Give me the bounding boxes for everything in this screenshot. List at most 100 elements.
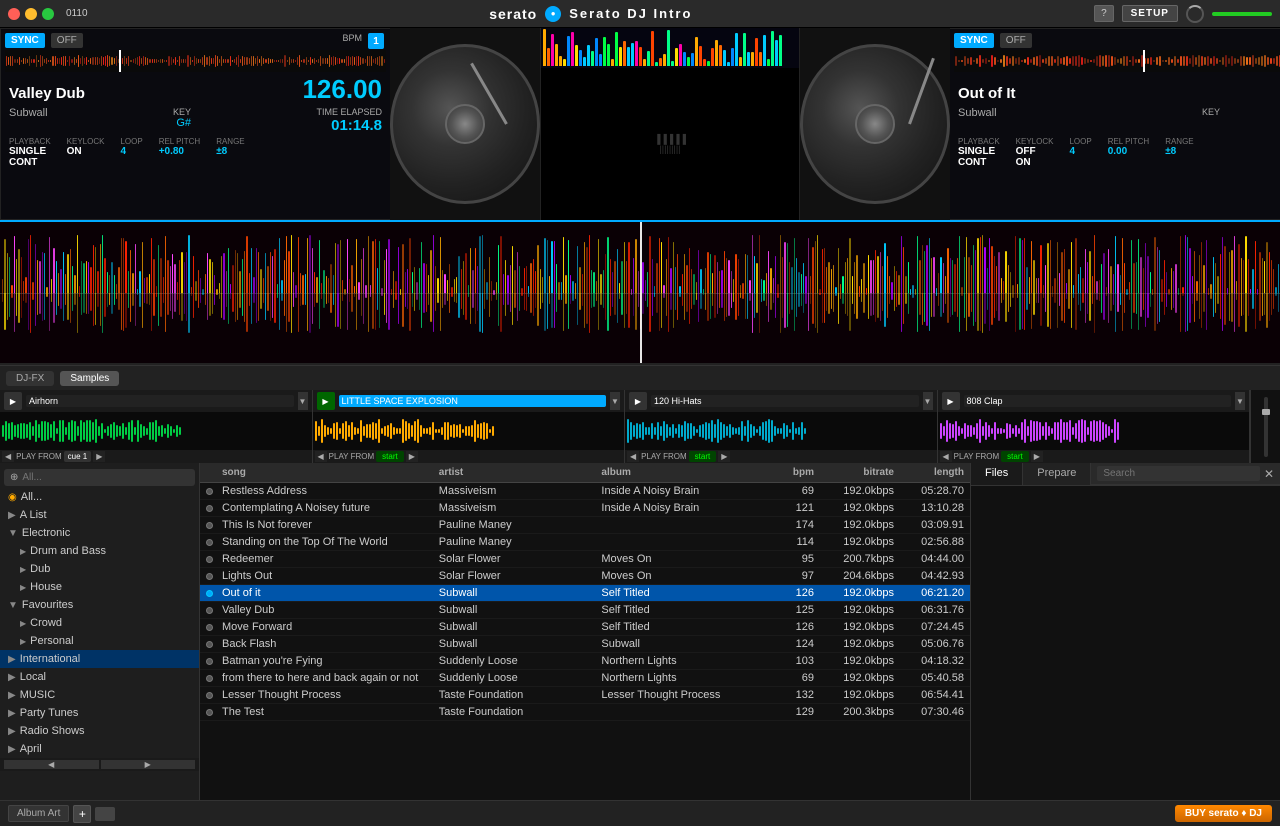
track-row[interactable]: Standing on the Top Of The World Pauline… — [200, 534, 970, 551]
track-status-icon — [206, 658, 213, 665]
sample-pad-3-dropdown-button[interactable]: ▼ — [923, 392, 933, 410]
track-row[interactable]: Lesser Thought Process Taste Foundation … — [200, 687, 970, 704]
sample-pad-2-dropdown-button[interactable]: ▼ — [610, 392, 620, 410]
sample-pad-1-dropdown-button[interactable]: ▼ — [298, 392, 308, 410]
track-row[interactable]: Batman you're Fying Suddenly Loose North… — [200, 653, 970, 670]
sidebar-item-partytunes[interactable]: ▶ Party Tunes — [0, 704, 199, 722]
track-row[interactable]: Contemplating A Noisey future Massiveism… — [200, 500, 970, 517]
col-header-artist[interactable]: artist — [439, 467, 602, 478]
sample-pad-4-next-button[interactable]: ▶ — [1031, 451, 1043, 462]
sidebar-search-input[interactable] — [22, 472, 189, 483]
deck1-mini-waveform-bars: // Generate mini waveform bars inline (f… — [5, 50, 386, 72]
sample-pad-3-prev-button[interactable]: ◀ — [627, 451, 639, 462]
tab-prepare[interactable]: Prepare — [1023, 463, 1091, 485]
sample-volume-handle[interactable] — [1262, 409, 1270, 415]
col-header-length[interactable]: length — [894, 467, 964, 478]
track-row[interactable]: Restless Address Massiveism Inside A Noi… — [200, 483, 970, 500]
sidebar-item-personal[interactable]: ▶ Personal — [0, 632, 199, 650]
deck1-off-button[interactable]: OFF — [51, 33, 83, 48]
deck-2-header: SYNC OFF — [954, 33, 1280, 48]
sample-pad-4-prev-button[interactable]: ◀ — [940, 451, 952, 462]
track-row[interactable]: This Is Not forever Pauline Maney 174 19… — [200, 517, 970, 534]
sample-pad-1-play-button[interactable]: ▶ — [4, 392, 22, 410]
deck2-sync-button[interactable]: SYNC — [954, 33, 994, 48]
track-row[interactable]: Back Flash Subwall Subwall 124 192.0kbps… — [200, 636, 970, 653]
tab-files[interactable]: Files — [971, 463, 1023, 485]
sidebar-local-label: Local — [20, 671, 46, 683]
close-window-btn[interactable] — [8, 8, 20, 20]
track-bpm: 126 — [764, 587, 814, 599]
track-row[interactable]: Redeemer Solar Flower Moves On 95 200.7k… — [200, 551, 970, 568]
setup-button[interactable]: SETUP — [1122, 5, 1178, 22]
track-row[interactable]: The Test Taste Foundation 129 200.3kbps … — [200, 704, 970, 721]
track-length: 07:24.45 — [894, 621, 964, 633]
platter-right-disc[interactable] — [800, 44, 950, 204]
track-list-header: song artist album bpm bitrate length — [200, 463, 970, 483]
sidebar-item-drumandbass[interactable]: ▶ Drum and Bass — [0, 542, 199, 560]
sidebar-partytunes-label: Party Tunes — [20, 707, 79, 719]
right-panel-search[interactable]: ✕ — [1091, 463, 1280, 485]
sidebar-search-bar[interactable]: ⊕ — [4, 469, 195, 486]
platter-left-disc[interactable] — [390, 44, 540, 204]
sidebar-scroll-right-button[interactable]: ▶ — [101, 760, 196, 769]
platter-right[interactable] — [800, 28, 950, 220]
sidebar-item-dub[interactable]: ▶ Dub — [0, 560, 199, 578]
buy-serato-button[interactable]: BUY serato ♦ DJ — [1175, 805, 1272, 822]
sample-pad-3-play-button[interactable]: ▶ — [629, 392, 647, 410]
window-title: 0110 — [66, 8, 88, 19]
music-icon: ▶ — [8, 690, 16, 701]
sample-pad-2-next-button[interactable]: ▶ — [406, 451, 418, 462]
col-header-bpm[interactable]: bpm — [764, 467, 814, 478]
top-bar: 0110 serato ● Serato DJ Intro ? SETUP — [0, 0, 1280, 28]
maximize-window-btn[interactable] — [42, 8, 54, 20]
col-header-bitrate[interactable]: bitrate — [814, 467, 894, 478]
track-bitrate: 192.0kbps — [814, 621, 894, 633]
tab-samples[interactable]: Samples — [60, 371, 119, 386]
deck1-sync-button[interactable]: SYNC — [5, 33, 45, 48]
track-row[interactable]: Move Forward Subwall Self Titled 126 192… — [200, 619, 970, 636]
sample-pad-1-prev-button[interactable]: ◀ — [2, 451, 14, 462]
sidebar-scroll-left-button[interactable]: ◀ — [4, 760, 99, 769]
album-art-button[interactable]: Album Art — [8, 805, 69, 822]
track-row[interactable]: from there to here and back again or not… — [200, 670, 970, 687]
sidebar-item-crowd[interactable]: ▶ Crowd — [0, 614, 199, 632]
minimize-window-btn[interactable] — [25, 8, 37, 20]
help-button[interactable]: ? — [1094, 5, 1114, 22]
sidebar-item-music[interactable]: ▶ MUSIC — [0, 686, 199, 704]
track-status-icon — [206, 590, 213, 597]
sidebar-item-all[interactable]: ◉ All... — [0, 488, 199, 506]
track-dot — [206, 590, 222, 597]
sidebar-item-electronic[interactable]: ▼ Electronic — [0, 524, 199, 542]
tab-djfx[interactable]: DJ-FX — [6, 371, 54, 386]
track-row[interactable]: Lights Out Solar Flower Moves On 97 204.… — [200, 568, 970, 585]
track-length: 04:44.00 — [894, 553, 964, 565]
deck2-range-value: ±8 — [1165, 146, 1193, 157]
sidebar-item-more[interactable]: ▶ April — [0, 740, 199, 758]
sidebar-item-international[interactable]: ▶ International — [0, 650, 199, 668]
track-dot — [206, 573, 222, 580]
deck2-off-button[interactable]: OFF — [1000, 33, 1032, 48]
track-row[interactable]: Out of it Subwall Self Titled 126 192.0k… — [200, 585, 970, 602]
sample-pad-2-play-button[interactable]: ▶ — [317, 392, 335, 410]
sample-pad-1-next-button[interactable]: ▶ — [93, 451, 105, 462]
sample-volume-slider[interactable] — [1264, 397, 1268, 457]
sidebar-item-radioshows[interactable]: ▶ Radio Shows — [0, 722, 199, 740]
sidebar-item-alist[interactable]: ▶ A List — [0, 506, 199, 524]
sample-pad-3-next-button[interactable]: ▶ — [718, 451, 730, 462]
sidebar-item-local[interactable]: ▶ Local — [0, 668, 199, 686]
sample-pad-4-play-button[interactable]: ▶ — [942, 392, 960, 410]
col-header-album[interactable]: album — [601, 467, 764, 478]
sidebar-item-house[interactable]: ▶ House — [0, 578, 199, 596]
sample-pad-4-dropdown-button[interactable]: ▼ — [1235, 392, 1245, 410]
platter-left[interactable] — [390, 28, 540, 220]
sidebar-item-favourites[interactable]: ▼ Favourites — [0, 596, 199, 614]
col-header-song[interactable]: song — [222, 467, 439, 478]
track-song: The Test — [222, 706, 439, 718]
add-crate-button[interactable]: + — [73, 805, 91, 823]
sample-pad-2-play-from-label: PLAY FROM — [329, 452, 375, 461]
library-search-clear-button[interactable]: ✕ — [1264, 467, 1274, 481]
track-row[interactable]: Valley Dub Subwall Self Titled 125 192.0… — [200, 602, 970, 619]
sample-pad-2-prev-button[interactable]: ◀ — [315, 451, 327, 462]
crate-options-button[interactable] — [95, 807, 115, 821]
library-search-input[interactable] — [1097, 466, 1260, 481]
